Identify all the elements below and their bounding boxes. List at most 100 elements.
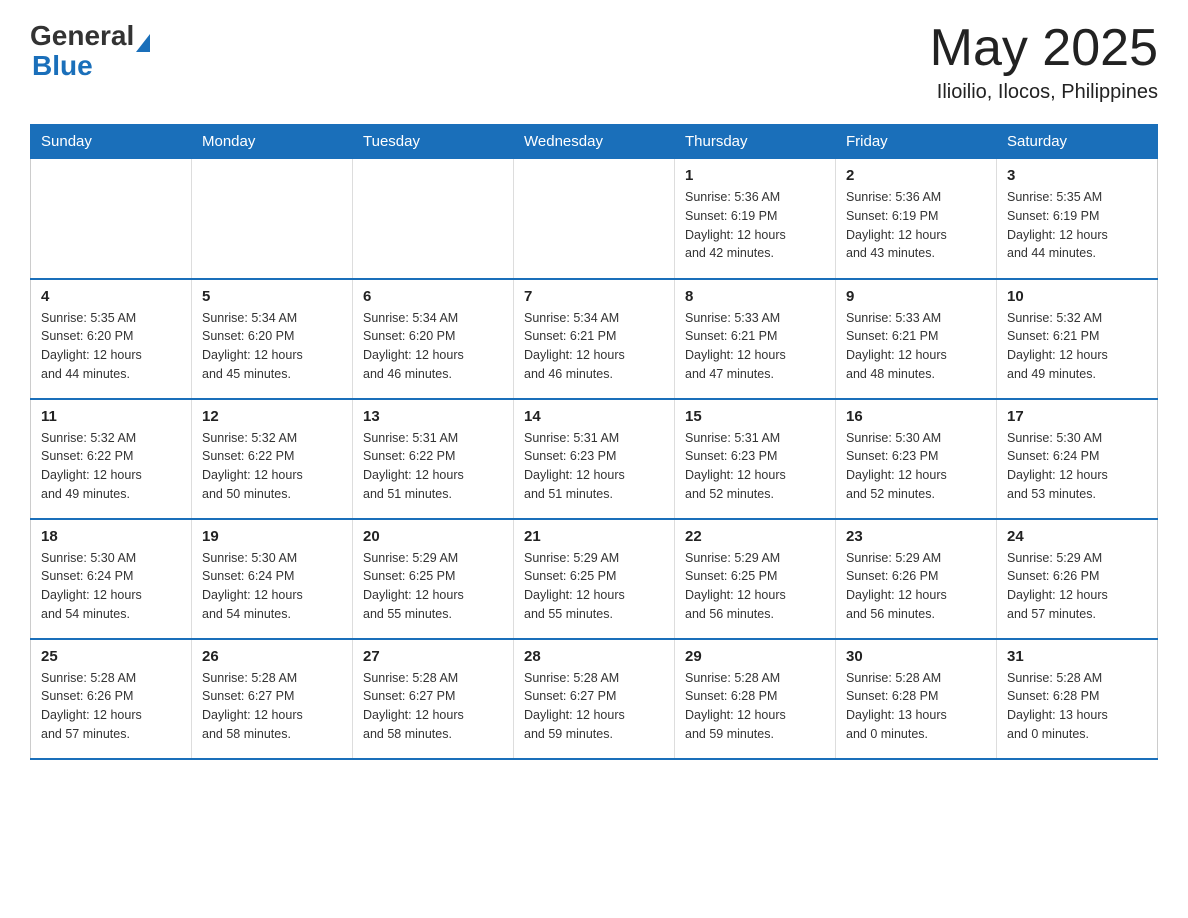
day-number: 21 <box>524 528 664 545</box>
day-number: 6 <box>363 288 503 305</box>
logo-blue: Blue <box>32 50 93 81</box>
calendar-cell: 13 Sunrise: 5:31 AMSunset: 6:22 PMDayligh… <box>353 399 514 519</box>
day-number: 17 <box>1007 408 1147 425</box>
calendar-cell: 14Sunrise: 5:31 AMSunset: 6:23 PMDayligh… <box>514 399 675 519</box>
day-number: 5 <box>202 288 342 305</box>
calendar-cell: 1 Sunrise: 5:36 AMSunset: 6:19 PMDaylight… <box>675 159 836 279</box>
logo-text: General Blue <box>30 20 150 80</box>
day-info: Sunrise: 5:30 AMSunset: 6:24 PMDaylight:… <box>202 549 342 624</box>
calendar-week-row: 11Sunrise: 5:32 AMSunset: 6:22 PMDayligh… <box>31 399 1158 519</box>
day-number: 23 <box>846 528 986 545</box>
day-number: 25 <box>41 648 181 665</box>
calendar-week-row: 1 Sunrise: 5:36 AMSunset: 6:19 PMDaylight… <box>31 159 1158 279</box>
title-area: May 2025 Ilioilio, Ilocos, Philippines <box>930 20 1158 104</box>
day-number: 16 <box>846 408 986 425</box>
day-info: Sunrise: 5:33 AMSunset: 6:21 PMDaylight:… <box>685 309 825 384</box>
calendar-cell <box>192 159 353 279</box>
day-number: 11 <box>41 408 181 425</box>
calendar-cell: 12Sunrise: 5:32 AMSunset: 6:22 PMDayligh… <box>192 399 353 519</box>
day-info: Sunrise: 5:31 AMSunset: 6:23 PMDaylight:… <box>524 429 664 504</box>
calendar-header-saturday: Saturday <box>997 125 1158 159</box>
calendar-header-friday: Friday <box>836 125 997 159</box>
day-info: Sunrise: 5:36 AMSunset: 6:19 PMDaylight:… <box>685 188 825 263</box>
logo-general: General <box>30 20 134 52</box>
day-info: Sunrise: 5:29 AMSunset: 6:26 PMDaylight:… <box>1007 549 1147 624</box>
calendar-cell: 28 Sunrise: 5:28 AMSunset: 6:27 PMDayligh… <box>514 639 675 759</box>
logo-blue-part <box>134 34 150 52</box>
day-number: 18 <box>41 528 181 545</box>
day-number: 13 <box>363 408 503 425</box>
day-number: 27 <box>363 648 503 665</box>
calendar-week-row: 18 Sunrise: 5:30 AMSunset: 6:24 PMDayligh… <box>31 519 1158 639</box>
calendar-cell: 30Sunrise: 5:28 AMSunset: 6:28 PMDayligh… <box>836 639 997 759</box>
day-number: 8 <box>685 288 825 305</box>
calendar-header-row: SundayMondayTuesdayWednesdayThursdayFrid… <box>31 125 1158 159</box>
calendar-cell <box>31 159 192 279</box>
day-info: Sunrise: 5:29 AMSunset: 6:25 PMDaylight:… <box>363 549 503 624</box>
calendar-cell: 18 Sunrise: 5:30 AMSunset: 6:24 PMDayligh… <box>31 519 192 639</box>
day-info: Sunrise: 5:31 AMSunset: 6:23 PMDaylight:… <box>685 429 825 504</box>
day-info: Sunrise: 5:30 AMSunset: 6:24 PMDaylight:… <box>41 549 181 624</box>
day-info: Sunrise: 5:33 AMSunset: 6:21 PMDaylight:… <box>846 309 986 384</box>
day-number: 24 <box>1007 528 1147 545</box>
calendar-cell: 19Sunrise: 5:30 AMSunset: 6:24 PMDayligh… <box>192 519 353 639</box>
day-info: Sunrise: 5:29 AMSunset: 6:25 PMDaylight:… <box>524 549 664 624</box>
day-info: Sunrise: 5:29 AMSunset: 6:26 PMDaylight:… <box>846 549 986 624</box>
logo-arrow-icon <box>136 34 150 52</box>
day-info: Sunrise: 5:28 AMSunset: 6:27 PMDaylight:… <box>524 669 664 744</box>
day-info: Sunrise: 5:28 AMSunset: 6:27 PMDaylight:… <box>202 669 342 744</box>
day-number: 3 <box>1007 167 1147 184</box>
calendar-cell: 26 Sunrise: 5:28 AMSunset: 6:27 PMDayligh… <box>192 639 353 759</box>
day-number: 2 <box>846 167 986 184</box>
day-info: Sunrise: 5:31 AMSunset: 6:22 PMDaylight:… <box>363 429 503 504</box>
day-info: Sunrise: 5:28 AMSunset: 6:28 PMDaylight:… <box>1007 669 1147 744</box>
calendar-cell: 24 Sunrise: 5:29 AMSunset: 6:26 PMDayligh… <box>997 519 1158 639</box>
calendar-cell: 29Sunrise: 5:28 AMSunset: 6:28 PMDayligh… <box>675 639 836 759</box>
calendar-cell: 27 Sunrise: 5:28 AMSunset: 6:27 PMDayligh… <box>353 639 514 759</box>
day-info: Sunrise: 5:28 AMSunset: 6:28 PMDaylight:… <box>685 669 825 744</box>
day-number: 31 <box>1007 648 1147 665</box>
calendar-cell: 16 Sunrise: 5:30 AMSunset: 6:23 PMDayligh… <box>836 399 997 519</box>
calendar-cell: 8 Sunrise: 5:33 AMSunset: 6:21 PMDaylight… <box>675 279 836 399</box>
calendar-table: SundayMondayTuesdayWednesdayThursdayFrid… <box>30 124 1158 760</box>
day-info: Sunrise: 5:28 AMSunset: 6:26 PMDaylight:… <box>41 669 181 744</box>
day-number: 1 <box>685 167 825 184</box>
calendar-cell: 11Sunrise: 5:32 AMSunset: 6:22 PMDayligh… <box>31 399 192 519</box>
calendar-cell: 9 Sunrise: 5:33 AMSunset: 6:21 PMDaylight… <box>836 279 997 399</box>
day-number: 12 <box>202 408 342 425</box>
day-number: 4 <box>41 288 181 305</box>
day-number: 9 <box>846 288 986 305</box>
day-number: 7 <box>524 288 664 305</box>
calendar-cell <box>514 159 675 279</box>
day-number: 22 <box>685 528 825 545</box>
day-info: Sunrise: 5:30 AMSunset: 6:24 PMDaylight:… <box>1007 429 1147 504</box>
calendar-cell: 7Sunrise: 5:34 AMSunset: 6:21 PMDaylight… <box>514 279 675 399</box>
calendar-cell: 10 Sunrise: 5:32 AMSunset: 6:21 PMDayligh… <box>997 279 1158 399</box>
calendar-week-row: 4 Sunrise: 5:35 AMSunset: 6:20 PMDaylight… <box>31 279 1158 399</box>
calendar-header-thursday: Thursday <box>675 125 836 159</box>
calendar-cell: 4 Sunrise: 5:35 AMSunset: 6:20 PMDaylight… <box>31 279 192 399</box>
calendar-week-row: 25 Sunrise: 5:28 AMSunset: 6:26 PMDayligh… <box>31 639 1158 759</box>
day-info: Sunrise: 5:28 AMSunset: 6:27 PMDaylight:… <box>363 669 503 744</box>
day-number: 10 <box>1007 288 1147 305</box>
calendar-cell: 20 Sunrise: 5:29 AMSunset: 6:25 PMDayligh… <box>353 519 514 639</box>
calendar-header-tuesday: Tuesday <box>353 125 514 159</box>
calendar-cell <box>353 159 514 279</box>
calendar-cell: 17 Sunrise: 5:30 AMSunset: 6:24 PMDayligh… <box>997 399 1158 519</box>
day-info: Sunrise: 5:34 AMSunset: 6:20 PMDaylight:… <box>363 309 503 384</box>
day-number: 20 <box>363 528 503 545</box>
location-subtitle: Ilioilio, Ilocos, Philippines <box>930 81 1158 104</box>
day-info: Sunrise: 5:35 AMSunset: 6:19 PMDaylight:… <box>1007 188 1147 263</box>
calendar-cell: 31 Sunrise: 5:28 AMSunset: 6:28 PMDayligh… <box>997 639 1158 759</box>
day-info: Sunrise: 5:35 AMSunset: 6:20 PMDaylight:… <box>41 309 181 384</box>
day-number: 26 <box>202 648 342 665</box>
day-info: Sunrise: 5:32 AMSunset: 6:21 PMDaylight:… <box>1007 309 1147 384</box>
day-number: 15 <box>685 408 825 425</box>
day-info: Sunrise: 5:30 AMSunset: 6:23 PMDaylight:… <box>846 429 986 504</box>
calendar-cell: 5Sunrise: 5:34 AMSunset: 6:20 PMDaylight… <box>192 279 353 399</box>
calendar-cell: 15 Sunrise: 5:31 AMSunset: 6:23 PMDayligh… <box>675 399 836 519</box>
calendar-cell: 25 Sunrise: 5:28 AMSunset: 6:26 PMDayligh… <box>31 639 192 759</box>
logo: General Blue <box>30 20 150 80</box>
day-number: 28 <box>524 648 664 665</box>
calendar-cell: 21 Sunrise: 5:29 AMSunset: 6:25 PMDayligh… <box>514 519 675 639</box>
